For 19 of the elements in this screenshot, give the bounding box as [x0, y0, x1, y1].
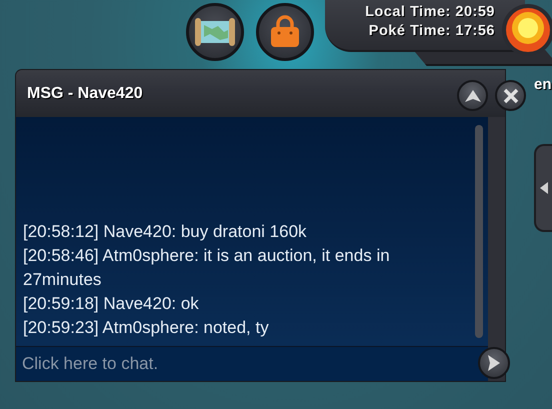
- chat-message: [20:58:12] Nave420: buy dratoni 160k: [23, 221, 308, 243]
- bag-icon: [268, 15, 302, 49]
- poke-time: Poké Time: 17:56: [368, 22, 495, 41]
- window-title: MSG - Nave420: [27, 84, 143, 102]
- chat-message: [20:59:18] Nave420: ok: [23, 293, 200, 315]
- left-arrow-icon: [540, 182, 548, 194]
- up-arrow-icon: [464, 90, 480, 102]
- close-button[interactable]: [495, 80, 526, 111]
- label-text: en: [534, 76, 552, 93]
- chat-message: [20:58:46] Atm0sphere: it is an auction, it ends in 27minutes: [23, 245, 391, 291]
- chat-input[interactable]: Click here to chat.: [16, 346, 488, 381]
- map-icon: [194, 15, 236, 49]
- close-icon: [502, 88, 518, 104]
- side-tab[interactable]: [534, 144, 552, 232]
- minimize-button[interactable]: [457, 80, 488, 111]
- chat-message: [20:59:23] Atm0sphere: noted, ty: [23, 317, 270, 339]
- local-time: Local Time: 20:59: [365, 3, 495, 22]
- scrollbar[interactable]: [475, 125, 483, 338]
- play-arrow-icon: [488, 355, 500, 371]
